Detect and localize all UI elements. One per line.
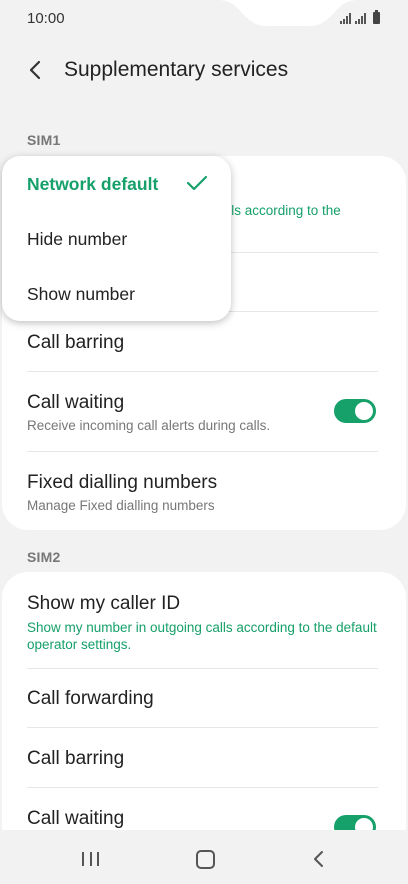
battery-icon bbox=[373, 10, 380, 24]
check-icon bbox=[186, 175, 208, 191]
row-title: Call forwarding bbox=[27, 688, 154, 709]
divider bbox=[27, 787, 378, 788]
nav-back-icon[interactable] bbox=[312, 850, 326, 868]
option-network-default[interactable]: Network default bbox=[27, 174, 158, 195]
option-show-number[interactable]: Show number bbox=[27, 284, 135, 305]
row-subtitle: Receive incoming call alerts during call… bbox=[27, 418, 271, 433]
section-label-sim1: SIM1 bbox=[27, 132, 61, 148]
row-title: Call waiting bbox=[27, 392, 125, 413]
recent-apps-icon[interactable] bbox=[82, 852, 99, 866]
divider bbox=[27, 451, 378, 452]
row-title: Call barring bbox=[27, 748, 125, 769]
status-time: 10:00 bbox=[27, 10, 65, 27]
signal-sim1-icon bbox=[340, 13, 351, 24]
sim2-card: Show my caller ID Show my number in outg… bbox=[2, 572, 406, 862]
divider bbox=[27, 668, 378, 669]
sim1-caller-id-subtitle-fragment: calls according to the bbox=[214, 203, 341, 218]
camera-notch bbox=[218, 0, 358, 26]
back-arrow-icon[interactable] bbox=[24, 58, 48, 82]
sim1-call-barring-row[interactable]: Call barring bbox=[27, 332, 378, 354]
row-title: Fixed dialling numbers bbox=[27, 472, 218, 493]
section-label-sim2: SIM2 bbox=[27, 549, 61, 565]
sim1-call-waiting-toggle[interactable] bbox=[334, 399, 376, 423]
sim1-call-waiting-row[interactable]: Call waiting Receive incoming call alert… bbox=[27, 392, 378, 433]
row-title: Show my caller ID bbox=[27, 593, 181, 614]
row-subtitle: Show my number in outgoing calls accordi… bbox=[27, 620, 377, 652]
option-hide-number[interactable]: Hide number bbox=[27, 229, 127, 250]
header: Supplementary services bbox=[0, 50, 408, 90]
divider bbox=[27, 727, 378, 728]
sim2-call-waiting-row[interactable]: Call waiting bbox=[27, 808, 378, 830]
status-bar: 10:00 bbox=[0, 0, 408, 38]
status-icons bbox=[340, 10, 380, 24]
row-title: Call waiting bbox=[27, 808, 125, 829]
sim2-call-forwarding-row[interactable]: Call forwarding bbox=[27, 688, 378, 710]
signal-sim2-icon bbox=[355, 13, 366, 24]
page-title: Supplementary services bbox=[64, 58, 289, 81]
navigation-bar bbox=[0, 830, 408, 884]
divider bbox=[27, 371, 378, 372]
sim1-fixed-dialling-row[interactable]: Fixed dialling numbers Manage Fixed dial… bbox=[27, 472, 378, 513]
row-title: Call barring bbox=[27, 332, 125, 353]
sim2-call-barring-row[interactable]: Call barring bbox=[27, 748, 378, 770]
sim2-caller-id-row[interactable]: Show my caller ID Show my number in outg… bbox=[27, 593, 378, 653]
row-subtitle: Manage Fixed dialling numbers bbox=[27, 498, 215, 513]
home-icon[interactable] bbox=[196, 850, 215, 869]
